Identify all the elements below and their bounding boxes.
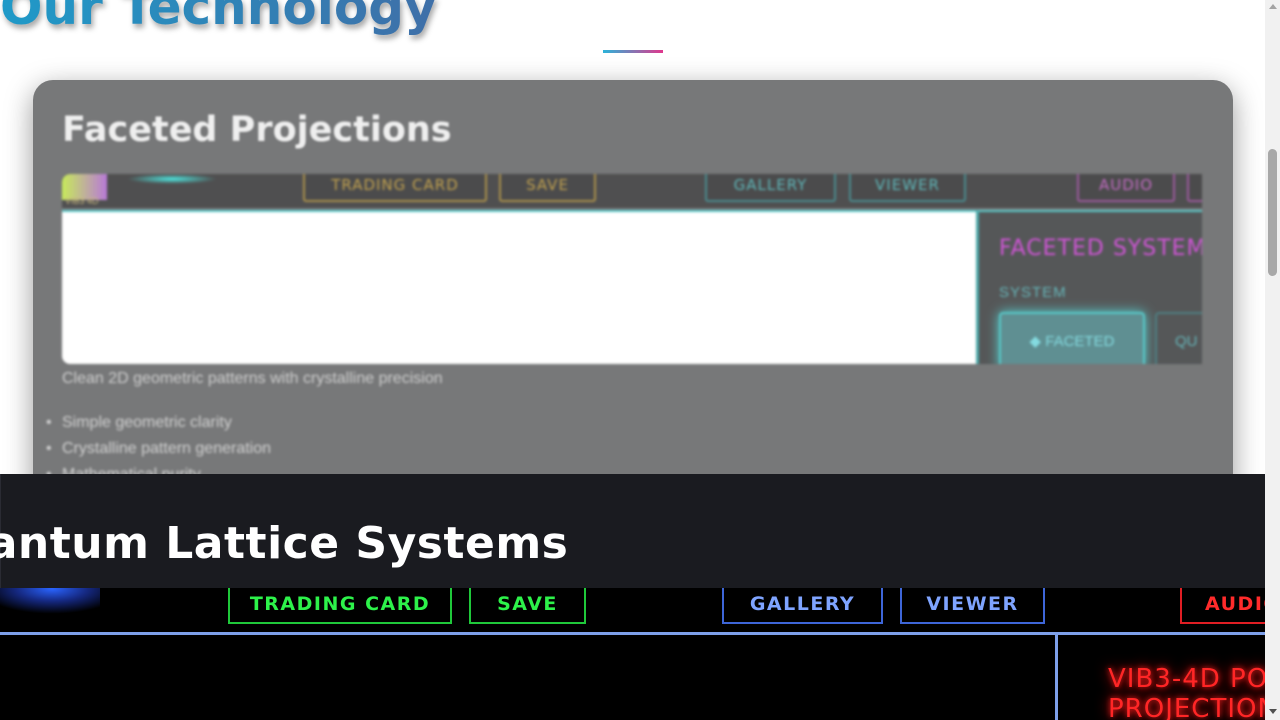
logo-glow bbox=[127, 174, 217, 184]
section-title: Quantum Lattice Systems bbox=[0, 518, 569, 569]
page-title: Our Technology bbox=[0, 0, 437, 36]
panel-title: FACETED SYSTEM bbox=[999, 236, 1202, 261]
demo-preview[interactable]: VIB3 4D TRADING CARD SAVE GALLERY VIEWER… bbox=[62, 174, 1202, 364]
faceted-system-button[interactable]: ◆ FACETED bbox=[999, 312, 1145, 364]
feature-item: Simple geometric clarity bbox=[46, 410, 271, 436]
page-scrollbar[interactable] bbox=[1265, 0, 1280, 720]
visualizer-canvas[interactable] bbox=[62, 210, 976, 364]
title-underline bbox=[603, 50, 663, 53]
scroll-thumb[interactable] bbox=[1268, 149, 1277, 276]
viewer-button[interactable]: VIEWER bbox=[900, 584, 1045, 624]
quantum-system-button[interactable]: QU bbox=[1155, 312, 1202, 364]
card-title: Faceted Projections bbox=[62, 110, 452, 150]
scroll-up-arrow-icon[interactable] bbox=[1269, 4, 1277, 9]
trading-card-button[interactable]: TRADING CARD bbox=[303, 174, 487, 202]
audio-button[interactable]: AUDIO bbox=[1077, 174, 1175, 202]
technology-card-faceted: Faceted Projections VIB3 4D TRADING CARD… bbox=[33, 80, 1233, 540]
save-button[interactable]: SAVE bbox=[469, 584, 586, 624]
feature-item: Crystalline pattern generation bbox=[46, 436, 271, 462]
panel-divider bbox=[1055, 635, 1058, 720]
viewer-button[interactable]: VIEWER bbox=[849, 174, 966, 202]
gallery-button[interactable]: GALLERY bbox=[705, 174, 836, 202]
card-description: Clean 2D geometric patterns with crystal… bbox=[62, 370, 443, 387]
audio-button[interactable]: AUDIO bbox=[1180, 584, 1265, 624]
trading-card-button[interactable]: TRADING CARD bbox=[228, 584, 452, 624]
toolbar-divider bbox=[0, 632, 1265, 635]
demo-toolbar: VIB3 4D TRADING CARD SAVE GALLERY VIEWER… bbox=[62, 174, 1202, 208]
save-button[interactable]: SAVE bbox=[499, 174, 596, 202]
section-header: Quantum Lattice Systems bbox=[0, 474, 1265, 588]
system-label: SYSTEM bbox=[999, 284, 1067, 301]
toolbar-button-partial[interactable] bbox=[1187, 174, 1202, 202]
control-panel: FACETED SYSTEM SYSTEM ◆ FACETED QU bbox=[976, 210, 1202, 364]
panel-title: VIB3-4D POLYTOPAL PROJECTION bbox=[1108, 664, 1265, 720]
gallery-button[interactable]: GALLERY bbox=[722, 584, 883, 624]
quantum-lattice-section: TRADING CARD SAVE GALLERY VIEWER AUDIO V… bbox=[0, 474, 1265, 720]
scroll-down-arrow-icon[interactable] bbox=[1269, 709, 1277, 714]
logo-text: VIB3 4D bbox=[65, 196, 99, 206]
